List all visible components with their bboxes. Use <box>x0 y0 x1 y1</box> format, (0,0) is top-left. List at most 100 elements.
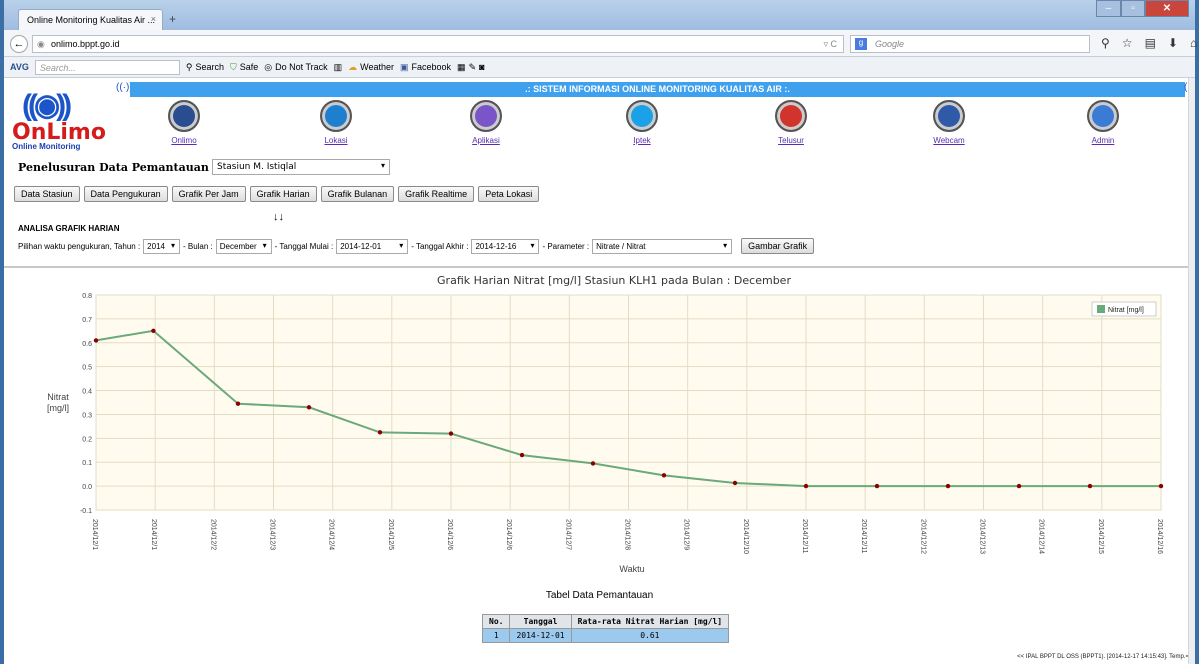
x-tick-label: 2014/12/3 <box>269 519 276 550</box>
onlimo-icon <box>168 100 200 132</box>
stasiun-select[interactable]: Stasiun M. Istiqlal ▾ <box>212 159 390 175</box>
close-tab-icon[interactable]: × <box>151 14 156 24</box>
maximize-button[interactable]: ▫ <box>1121 0 1145 17</box>
home-icon[interactable]: ⌂ <box>1190 36 1197 50</box>
menu-link[interactable]: Admin <box>1073 136 1133 145</box>
menu-link[interactable]: Aplikasi <box>456 136 516 145</box>
menu-link[interactable]: Iptek <box>612 136 672 145</box>
menu-item-iptek[interactable]: Iptek <box>612 100 672 145</box>
stasiun-value: Stasiun M. Istiqlal <box>217 162 297 172</box>
menu-item-admin[interactable]: Admin <box>1073 100 1133 145</box>
parameter-select[interactable]: Nitrate / Nitrat ▾ <box>592 238 733 254</box>
grafik-bulanan-button[interactable]: Grafik Bulanan <box>320 186 395 202</box>
grafik-harian-button[interactable]: Grafik Harian <box>249 186 317 202</box>
x-tick-label: 2014/12/11 <box>801 519 808 554</box>
x-tick-label: 2014/12/6 <box>505 519 512 550</box>
toolbar-safe[interactable]: ⛉ Safe <box>230 62 258 73</box>
data-point <box>377 430 383 435</box>
x-tick-label: 2014/12/11 <box>860 519 867 554</box>
data-point <box>1158 483 1164 489</box>
address-bar[interactable]: ◉ onlimo.bppt.go.id ▿ C <box>32 35 844 53</box>
x-tick-label: 2014/12/16 <box>1156 519 1163 554</box>
bulan-select[interactable]: December ▾ <box>215 238 272 254</box>
title-bar: Online Monitoring Kualitas Air ... × + –… <box>4 0 1195 30</box>
scrollbar[interactable] <box>1188 78 1195 664</box>
browser-tab[interactable]: Online Monitoring Kualitas Air ... × <box>18 9 163 30</box>
webcam-icon <box>933 100 965 132</box>
table-title: Tabel Data Pemantauan <box>545 590 654 601</box>
close-window-button[interactable]: ✕ <box>1145 0 1189 17</box>
x-tick-label: 2014/12/8 <box>624 519 631 550</box>
avg-logo[interactable]: AVG <box>10 62 29 72</box>
search-icon[interactable]: ⚲ <box>1101 36 1110 50</box>
y-tick-label: 0.0 <box>82 484 92 491</box>
download-icon[interactable]: ⬇ <box>1168 36 1178 50</box>
reload-icon[interactable]: ▿ C <box>823 39 837 50</box>
dropdown-arrow-icon: ▾ <box>723 240 728 250</box>
toolbar-trash[interactable]: ▥ <box>334 62 343 73</box>
data-point <box>803 483 809 489</box>
eye-icon: ◎ <box>264 61 273 72</box>
document-icon <box>626 100 658 132</box>
star-icon[interactable]: ☆ <box>1122 36 1133 50</box>
data-point <box>874 483 880 489</box>
data-pengukuran-button[interactable]: Data Pengukuran <box>83 186 168 202</box>
legend-label: Nitrat [mg/l] <box>1108 307 1144 314</box>
gambar-grafik-button[interactable]: Gambar Grafik <box>741 238 815 254</box>
y-tick-label: 0.5 <box>82 365 92 372</box>
peta-lokasi-button[interactable]: Peta Lokasi <box>478 186 540 202</box>
data-point <box>151 328 156 334</box>
table-header: No. <box>481 614 511 629</box>
y-tick-label: 0.7 <box>82 317 92 324</box>
toolbar-do-not-track[interactable]: ◎ Do Not Track <box>264 62 327 73</box>
toolbar-extra[interactable]: ▦ ✎ ◙ <box>457 62 485 73</box>
menu-item-onlimo[interactable]: Onlimo <box>154 100 214 145</box>
x-tick-label: 2014/12/12 <box>919 519 926 554</box>
grafik-per-jam-button[interactable]: Grafik Per Jam <box>171 186 246 202</box>
parameter-label: - Parameter : <box>542 241 590 251</box>
trash-icon: ▥ <box>333 61 343 72</box>
reading-list-icon[interactable]: ▤ <box>1145 36 1156 50</box>
toolbar-weather[interactable]: ☁ Weather <box>348 62 394 73</box>
dropdown-arrow-icon: ▾ <box>380 161 385 170</box>
onlimo-logo[interactable]: ((◉)) OnLimo Online Monitoring <box>8 82 128 152</box>
data-point <box>732 480 738 486</box>
toolbar-search[interactable]: ⚲ Search <box>186 62 224 73</box>
chart-title: Grafik Harian Nitrat [mg/l] Stasiun KLH1… <box>437 274 791 287</box>
avg-search-input[interactable]: Search... <box>34 59 180 75</box>
tanggal-akhir-select[interactable]: 2014-12-16 ▾ <box>471 238 540 254</box>
weather-icon: ☁ <box>348 61 358 72</box>
menu-item-aplikasi[interactable]: Aplikasi <box>456 100 516 145</box>
y-axis-label-line1: Nitrat <box>47 392 69 402</box>
menu-link[interactable]: Webcam <box>919 136 979 145</box>
menu-link[interactable]: Lokasi <box>306 136 366 145</box>
toolbar-facebook[interactable]: ▣ Facebook <box>400 62 451 73</box>
tanggal-mulai-select[interactable]: 2014-12-01 ▾ <box>336 238 409 254</box>
tahun-select[interactable]: 2014 ▾ <box>143 238 180 254</box>
section-title: ANALISA GRAFIK HARIAN <box>18 224 120 233</box>
data-point <box>590 461 596 466</box>
main-menu: Onlimo Lokasi Aplikasi Iptek Telusur Web… <box>154 100 1164 150</box>
table-cell: 0.61 <box>570 628 730 643</box>
search-bar[interactable]: g Google <box>850 35 1090 53</box>
menu-link[interactable]: Onlimo <box>154 136 214 145</box>
data-point <box>448 431 454 436</box>
x-tick-label: 2014/12/13 <box>979 519 986 554</box>
new-tab-icon[interactable]: + <box>169 12 176 26</box>
menu-item-webcam[interactable]: Webcam <box>919 100 979 145</box>
menu-item-telusur[interactable]: Telusur <box>761 100 821 145</box>
menu-link[interactable]: Telusur <box>761 136 821 145</box>
grafik-realtime-button[interactable]: Grafik Realtime <box>398 186 475 202</box>
x-axis-label: Waktu <box>619 564 644 574</box>
data-point <box>945 483 951 489</box>
navigation-bar: ← ◉ onlimo.bppt.go.id ▿ C g Google ⚲ ☆ ▤… <box>4 30 1197 57</box>
data-stasiun-button[interactable]: Data Stasiun <box>14 186 80 202</box>
menu-item-lokasi[interactable]: Lokasi <box>306 100 366 145</box>
browser-window: Online Monitoring Kualitas Air ... × + –… <box>0 0 1199 664</box>
y-tick-label: 0.6 <box>82 341 92 348</box>
back-button[interactable]: ← <box>10 35 28 53</box>
search-placeholder: Google <box>875 39 905 49</box>
mulai-label: - Tanggal Mulai : <box>274 241 334 251</box>
minimize-button[interactable]: – <box>1096 0 1121 17</box>
y-tick-label: 0.4 <box>82 389 92 396</box>
